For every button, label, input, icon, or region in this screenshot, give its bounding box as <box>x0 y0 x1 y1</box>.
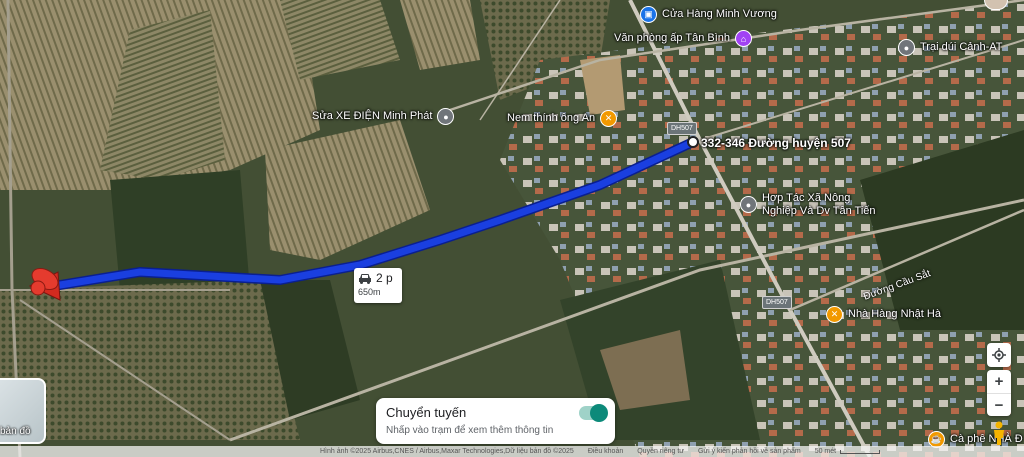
transit-subtitle: Nhấp vào trạm để xem thêm thông tin <box>386 425 554 436</box>
route-info-bubble[interactable]: 2 p 650m <box>354 268 402 303</box>
satellite-map[interactable] <box>0 0 1024 457</box>
poi-trai-dui-canh-at[interactable]: ● Trại dúi Cảnh-AT <box>898 39 1003 56</box>
poi-label: Văn phòng ấp Tân Bình <box>614 32 731 44</box>
poi-label: Cà phê NHÀ Đ <box>950 433 1023 445</box>
crosshair-icon <box>992 348 1006 362</box>
transit-toggle[interactable] <box>579 404 608 422</box>
terms-link[interactable]: Điều khoản <box>588 448 623 455</box>
map-attribution-bar: Hình ảnh ©2025 Airbus,CNES / Airbus,Maxa… <box>0 446 1024 457</box>
my-location-button[interactable] <box>987 343 1011 367</box>
imagery-attribution: Hình ảnh ©2025 Airbus,CNES / Airbus,Maxa… <box>320 448 574 455</box>
poi-van-phong-ap-tan-binh[interactable]: Văn phòng ấp Tân Bình ⌂ <box>614 30 753 47</box>
government-building-icon: ⌂ <box>735 30 753 47</box>
zoom-in-button[interactable]: + <box>987 370 1011 393</box>
minus-icon: − <box>994 396 1004 414</box>
scale-bar <box>840 449 881 454</box>
poi-hop-tac-xa[interactable]: ● Hợp Tác Xã Nông Nghiệp Và Dv Tân Tiến <box>740 192 876 218</box>
feedback-link[interactable]: Gửi ý kiến phản hồi về sản phẩm <box>698 448 801 455</box>
transit-title: Chuyển tuyến <box>386 405 467 420</box>
poi-label: Trại dúi Cảnh-AT <box>920 41 1003 53</box>
poi-label: Cửa Hàng Minh Vương <box>662 8 777 20</box>
place-icon: ● <box>740 196 757 213</box>
restaurant-icon: ✕ <box>600 110 618 127</box>
poi-nem-thinh-ong-an[interactable]: Nem thính ông An ✕ <box>507 110 618 127</box>
poi-label: Hợp Tác Xã Nông Nghiệp Và Dv Tân Tiến <box>762 192 876 217</box>
destination-marker[interactable] <box>687 136 699 148</box>
shopping-bag-icon: ▣ <box>640 6 657 23</box>
poi-cua-hang-minh-vuong[interactable]: ▣ Cửa Hàng Minh Vương <box>640 6 777 23</box>
layer-switcher-label: bản đồ <box>0 426 31 437</box>
car-icon <box>359 273 371 284</box>
poi-nha-hang-nhat-ha[interactable]: ✕ Nhà Hàng Nhật Hà <box>826 306 941 323</box>
poi-label: Sửa XE ĐIỆN Minh Phát <box>312 110 433 122</box>
restaurant-icon: ✕ <box>826 306 843 323</box>
privacy-link[interactable]: Quyền riêng tư <box>637 448 684 455</box>
place-icon: ● <box>898 39 915 56</box>
scale-label: 50 mét <box>814 448 837 455</box>
poi-sua-xe-dien-minh-phat[interactable]: Sửa XE ĐIỆN Minh Phát ● <box>312 108 455 125</box>
transit-layer-card[interactable]: Chuyển tuyến Nhấp vào trạm để xem thêm t… <box>376 398 615 444</box>
place-icon: ● <box>437 108 455 125</box>
route-duration: 2 p <box>376 271 393 285</box>
poi-label: Nhà Hàng Nhật Hà <box>848 308 941 320</box>
destination-label[interactable]: 332-346 Đường huyện 507 <box>701 136 851 150</box>
road-shield-dh507: DH507 <box>667 122 697 135</box>
map-scale[interactable]: 50 mét <box>814 448 881 455</box>
zoom-out-button[interactable]: − <box>987 393 1011 416</box>
toggle-knob <box>590 404 608 422</box>
pegman-icon[interactable] <box>991 421 1007 445</box>
route-distance: 650m <box>358 287 381 297</box>
zoom-controls: + − <box>987 370 1011 416</box>
road-shield-dh507: DH507 <box>762 296 792 309</box>
poi-label: Nem thính ông An <box>507 112 596 124</box>
plus-icon: + <box>994 373 1004 390</box>
